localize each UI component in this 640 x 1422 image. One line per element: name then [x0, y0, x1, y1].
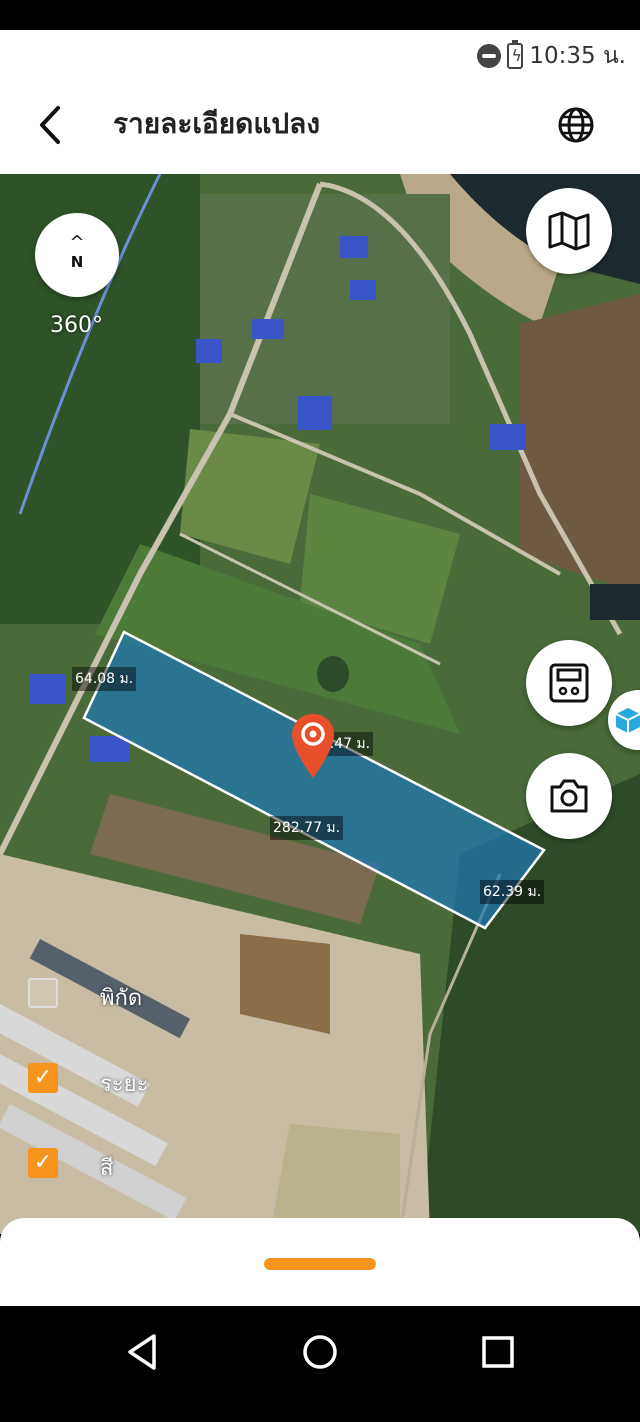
app-bar: รายละเอียดแปลง [0, 78, 640, 174]
compass-arrow-icon: ^ [69, 232, 85, 253]
sheet-drag-handle[interactable] [264, 1258, 376, 1270]
measurement-bottom: 282.77 ม. [270, 816, 344, 840]
layer-checkbox-color[interactable]: ✓ [28, 1148, 58, 1178]
rotation-readout: 360° [50, 313, 103, 338]
map-icon [548, 211, 590, 251]
page-title: รายละเอียดแปลง [113, 108, 320, 139]
camera-icon [550, 779, 588, 813]
layer-label-color: สี [100, 1156, 114, 1181]
layer-checkbox-coordinates[interactable] [28, 978, 58, 1008]
cube-icon [615, 708, 640, 733]
back-arrow-icon[interactable] [30, 100, 70, 150]
compass-button[interactable]: ^ N [35, 213, 119, 297]
status-time: 10:35 น. [529, 43, 626, 69]
layer-checkbox-distance[interactable]: ✓ [28, 1063, 58, 1093]
compass-north-label: N [70, 253, 84, 271]
location-pin-icon[interactable] [290, 712, 336, 780]
nav-recents-icon[interactable] [474, 1328, 522, 1376]
camera-button[interactable] [526, 753, 612, 839]
save-icon [549, 663, 589, 703]
nav-home-icon[interactable] [296, 1328, 344, 1376]
measurement-right: 62.39 ม. [480, 880, 545, 904]
battery-icon: ϟ [507, 40, 524, 69]
measurement-left: 64.08 ม. [72, 667, 137, 691]
layer-label-distance: ระยะ [100, 1072, 149, 1097]
map-type-button[interactable] [526, 188, 612, 274]
globe-icon[interactable] [556, 105, 596, 145]
top-bezel [0, 0, 640, 30]
system-nav-bar [0, 1306, 640, 1422]
nav-back-icon[interactable] [118, 1328, 166, 1376]
save-button[interactable] [526, 640, 612, 726]
layer-label-coordinates: พิกัด [100, 986, 143, 1011]
bottom-sheet[interactable] [0, 1218, 640, 1306]
status-bar: ϟ 10:35 น. [0, 30, 640, 78]
do-not-disturb-icon [477, 44, 502, 68]
